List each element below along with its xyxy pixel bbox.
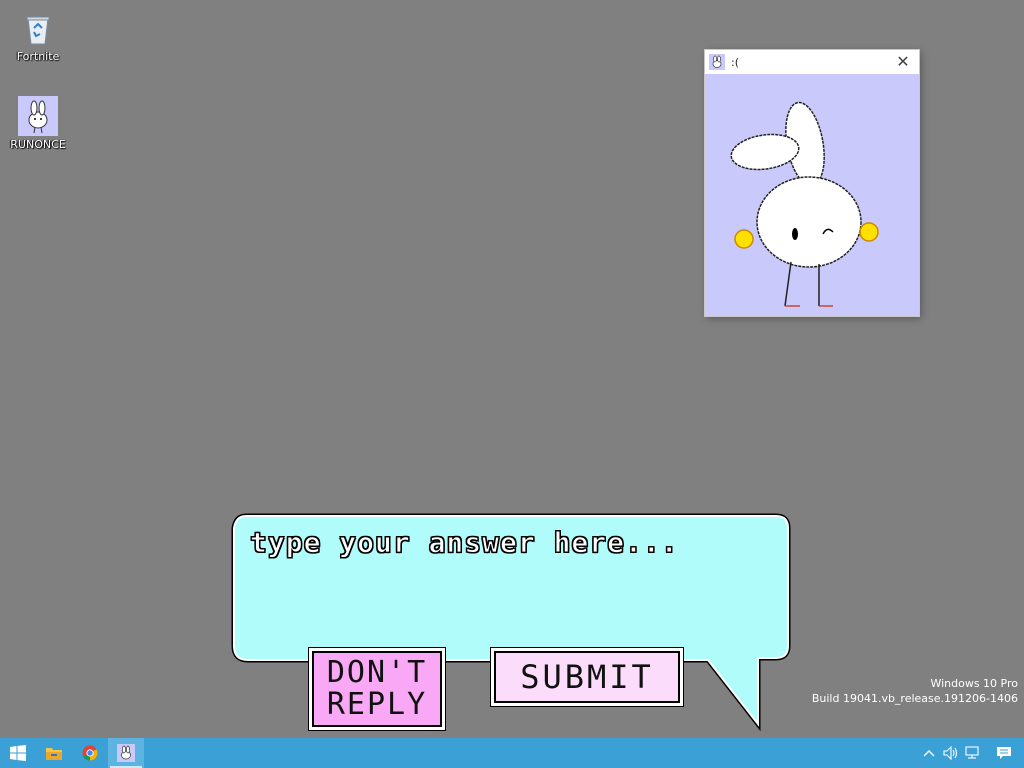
- windows-watermark: Windows 10 Pro Build 19041.vb_release.19…: [812, 676, 1018, 706]
- chrome-button[interactable]: [72, 738, 108, 768]
- chrome-icon: [82, 745, 98, 761]
- dont-reply-label-line2: REPLY: [326, 687, 428, 722]
- notification-icon[interactable]: [984, 738, 1024, 768]
- desktop-icon-runonce[interactable]: RUNONCE: [0, 96, 76, 151]
- bunny-app-button[interactable]: [108, 738, 144, 768]
- taskbar: [0, 738, 1024, 768]
- desktop: Fortnite RUNONCE:(✕ type your answer h…: [0, 0, 1024, 738]
- watermark-edition: Windows 10 Pro: [930, 677, 1018, 690]
- network-icon[interactable]: [962, 738, 984, 768]
- volume-icon[interactable]: [940, 738, 962, 768]
- desktop-icon-fortnite[interactable]: Fortnite: [0, 8, 76, 63]
- bunny-canvas: [705, 74, 919, 316]
- window-titlebar[interactable]: :( ✕: [705, 50, 919, 74]
- recycle-bin-icon: [18, 8, 58, 48]
- start-button[interactable]: [0, 738, 36, 768]
- answer-input[interactable]: [244, 520, 786, 652]
- start-icon: [10, 745, 26, 761]
- file-explorer-button[interactable]: [36, 738, 72, 768]
- submit-button[interactable]: SUBMIT: [494, 651, 680, 703]
- window-title: :(: [731, 55, 739, 69]
- desktop-icon-label: RUNONCE: [10, 138, 66, 151]
- close-icon[interactable]: ✕: [893, 52, 913, 72]
- chevron-up-icon[interactable]: [918, 738, 940, 768]
- dont-reply-label-line1: DON'T: [326, 655, 428, 690]
- system-tray: [918, 738, 1024, 768]
- answer-dialog: DON'T REPLY SUBMIT: [228, 508, 794, 732]
- desktop-icon-label: Fortnite: [16, 50, 60, 63]
- bunny-icon: [18, 96, 58, 136]
- watermark-build: Build 19041.vb_release.191206-1406: [811, 692, 1018, 705]
- dont-reply-button[interactable]: DON'T REPLY: [312, 651, 442, 727]
- bunny-window: :( ✕: [705, 50, 919, 316]
- bunny-illustration: [730, 101, 879, 307]
- bunny-icon: [709, 54, 725, 70]
- file-explorer-icon: [46, 748, 62, 760]
- bunny-app-icon: [117, 744, 135, 762]
